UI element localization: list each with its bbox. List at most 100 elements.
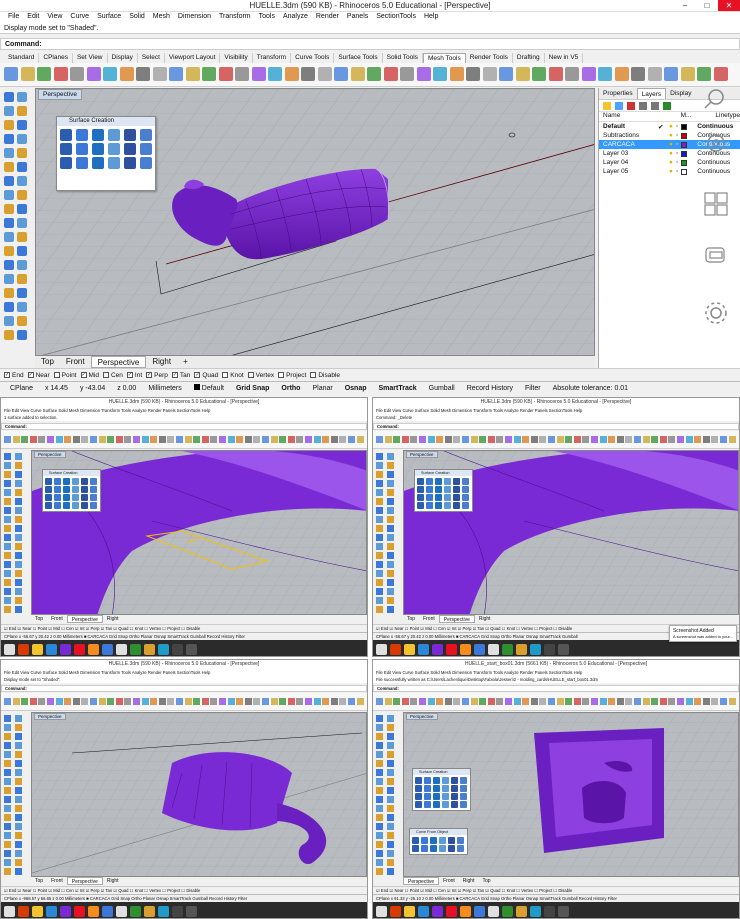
toolbar-tool-icon[interactable] — [150, 436, 158, 443]
osnap-toggle[interactable]: Osnap — [339, 385, 373, 392]
osnap-quad[interactable]: ✓ Quad — [194, 372, 218, 379]
left-tool-icon[interactable] — [4, 579, 11, 586]
toolbar-tool-icon[interactable] — [29, 698, 37, 705]
panel-tool-icon[interactable] — [433, 801, 440, 808]
toolbar-tool-icon[interactable] — [279, 436, 287, 443]
osnap-bar[interactable]: ☑ End ☑ Near ☐ Point ☑ Mid ☐ Cen ☑ Int ☑… — [373, 886, 739, 894]
panel-tool-icon[interactable] — [426, 502, 433, 509]
toolbar-tool-icon[interactable] — [599, 436, 607, 443]
toolbar-tool-icon[interactable] — [124, 436, 132, 443]
osnap-checkbox[interactable]: ✓ — [194, 372, 201, 378]
left-tool-icon[interactable] — [376, 462, 383, 469]
toolbar-tool-icon[interactable] — [193, 698, 201, 705]
panel-tool-icon[interactable] — [90, 502, 97, 509]
toolbar-tool-icon[interactable] — [634, 698, 641, 705]
panel-tool-icon[interactable] — [444, 486, 451, 493]
panel-tool-icon[interactable] — [460, 801, 467, 808]
surface-tool-icon[interactable] — [76, 157, 88, 169]
menu-edit[interactable]: Edit — [23, 12, 43, 23]
toolbar-tool-icon[interactable] — [685, 698, 693, 705]
surface-creation-panel[interactable]: Surface Creation — [56, 116, 156, 191]
toolbar-tool-icon[interactable] — [677, 698, 684, 705]
viewport-tab-right[interactable]: Right — [103, 615, 123, 623]
filter-toggle[interactable]: Filter — [519, 385, 547, 392]
taskbar-app-icon[interactable] — [488, 905, 499, 917]
left-tool-icon[interactable] — [4, 823, 11, 830]
left-tool-icon[interactable] — [15, 859, 22, 866]
taskbar-app-icon[interactable] — [418, 643, 429, 655]
layer-color-swatch[interactable] — [681, 150, 688, 157]
menu-help[interactable]: Help — [420, 12, 442, 23]
toolbar-tool-icon[interactable] — [384, 698, 392, 705]
toolbar-tool-icon[interactable] — [210, 436, 218, 443]
viewport-tab-right[interactable]: Right — [146, 356, 177, 368]
left-tool-icon[interactable] — [387, 552, 394, 559]
left-tool-icon[interactable] — [17, 330, 27, 340]
toolbar-tool-icon[interactable] — [53, 67, 68, 81]
toolbar-tool-icon[interactable] — [573, 436, 581, 443]
left-tool-icon[interactable] — [387, 823, 394, 830]
layer-lock-icon[interactable]: ◦ — [676, 141, 678, 148]
viewport-label[interactable]: Perspective — [406, 713, 438, 720]
toolbar-tool-icon[interactable] — [119, 67, 134, 81]
toolbar-tool-icon[interactable] — [21, 436, 29, 443]
left-tool-icon[interactable] — [387, 561, 394, 568]
menu-bar[interactable]: File Edit View Curve Surface Solid Mesh … — [373, 407, 739, 414]
toolbar-tool-icon[interactable] — [376, 698, 383, 705]
left-tool-icon[interactable] — [376, 868, 383, 875]
panel-tool-icon[interactable] — [430, 845, 437, 852]
toolbar-tool-icon[interactable] — [400, 67, 414, 81]
left-tool-icon[interactable] — [376, 805, 383, 812]
toolbar-tool-icon[interactable] — [532, 67, 546, 81]
panel-tool-icon[interactable] — [451, 793, 458, 800]
taskbar-app-icon[interactable] — [516, 643, 527, 655]
toolbar-tool-icon[interactable] — [634, 436, 641, 443]
toolbar-tool-icon[interactable] — [218, 67, 233, 81]
toolbar-tab-display[interactable]: Display — [108, 53, 138, 63]
panel-tool-icon[interactable] — [90, 494, 97, 501]
toolbar-tool-icon[interactable] — [81, 698, 89, 705]
left-tool-icon[interactable] — [387, 778, 394, 785]
taskbar-app-icon[interactable] — [558, 905, 569, 917]
osnap-perp[interactable]: ✓ Perp — [146, 372, 168, 379]
left-tool-icon[interactable] — [4, 597, 11, 604]
left-tool-icon[interactable] — [4, 471, 11, 478]
left-tool-icon[interactable] — [15, 805, 22, 812]
left-tool-icon[interactable] — [376, 823, 383, 830]
toolbar-tool-icon[interactable] — [253, 698, 261, 705]
toolbar-tool-icon[interactable] — [167, 436, 175, 443]
command-input[interactable]: Command: — [1, 685, 367, 692]
surface-tool-icon[interactable] — [92, 143, 104, 155]
panel-tool-icon[interactable] — [451, 801, 458, 808]
toolbar-tool-icon[interactable] — [356, 436, 364, 443]
floating-tool-panel[interactable]: Surface Creation — [42, 469, 101, 512]
toolbar-tool-icon[interactable] — [401, 436, 409, 443]
left-tool-icon[interactable] — [15, 832, 22, 839]
left-tool-icon[interactable] — [387, 480, 394, 487]
toolbar-tool-icon[interactable] — [38, 698, 46, 705]
left-tool-icon[interactable] — [376, 814, 383, 821]
planar-toggle[interactable]: Planar — [306, 385, 338, 392]
name-column[interactable]: Name — [603, 112, 671, 121]
viewport-tab-front[interactable]: Front — [47, 615, 67, 623]
layer-visibility-icon[interactable]: ● — [669, 123, 673, 130]
toolbar-tool-icon[interactable] — [694, 436, 702, 443]
menu-panels[interactable]: Panels — [343, 12, 372, 23]
taskbar-app-icon[interactable] — [130, 643, 141, 655]
left-tool-icon[interactable] — [4, 760, 11, 767]
left-tool-icon[interactable] — [376, 832, 383, 839]
left-tool-icon[interactable] — [15, 850, 22, 857]
toolbar-tool-icon[interactable] — [401, 698, 409, 705]
perspective-viewport[interactable]: Perspective Surface Creation Curve From Ob… — [403, 712, 739, 877]
toolbar-tool-icon[interactable] — [55, 436, 63, 443]
left-tool-icon[interactable] — [17, 106, 27, 116]
toolbar-tool-icon[interactable] — [598, 67, 612, 81]
floating-tool-panel[interactable]: Surface Creation — [414, 469, 473, 512]
left-tool-icon[interactable] — [387, 597, 394, 604]
left-tool-icon[interactable] — [387, 832, 394, 839]
panel-tool-icon[interactable] — [444, 502, 451, 509]
taskbar-app-icon[interactable] — [158, 905, 169, 917]
osnap-checkbox[interactable] — [310, 372, 317, 378]
toolbar-tool-icon[interactable] — [334, 67, 348, 81]
layer-visibility-icon[interactable]: ● — [669, 141, 673, 148]
